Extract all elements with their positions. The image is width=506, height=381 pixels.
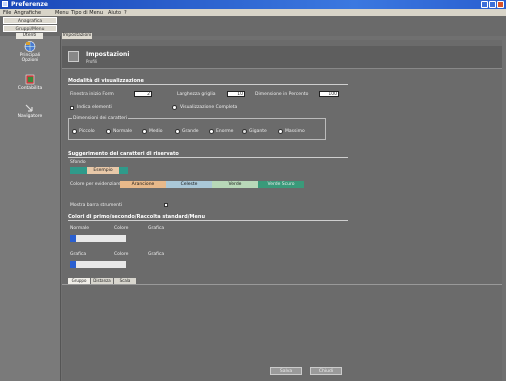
tab-distanza[interactable]: Distanza [91,278,113,284]
radio-label: Enorme [216,129,234,134]
tab-scala[interactable]: Scala [114,278,136,284]
radio-grande[interactable] [175,129,180,134]
group-label: Dimensioni dei caratteri [72,116,129,121]
label-colori: Colore per evidenziare [70,182,121,187]
tab-impostazioni[interactable]: Impostazioni [62,33,92,39]
save-button[interactable]: Salva [270,367,302,375]
sidebar-selected-tab[interactable]: Utenti [16,33,43,39]
sample-preview: Esempio [70,167,128,174]
page-subtitle: Profili [86,59,98,64]
indica-elementi-checkbox[interactable] [70,106,74,110]
radio-enorme[interactable] [209,129,214,134]
menu-bar: File Angrafiche Menu Tipo di Menu Aiuto … [0,9,506,16]
radio-massimo[interactable] [278,129,283,134]
visualizzazione-radio[interactable] [172,105,177,110]
title-bar: Preferenze [0,0,506,9]
divider [68,220,348,221]
bottom-tab-strip: Gruppo Distanza Scala [62,277,502,285]
toolbar-checkbox[interactable] [164,203,168,207]
label-finestra: Finestra inizio Form [70,92,114,97]
sidebar-item-sublabel: Opzioni [21,58,39,63]
settings-icon [68,51,79,62]
sidebar-item-navigatore[interactable]: Navigatore [0,102,60,119]
label-visualizzazione: Visualizzazione Completa [180,105,238,110]
color-picker-b[interactable] [70,261,126,268]
nav-anagrafica-button[interactable]: Anagrafica [3,17,57,24]
row-b-label: Colore [114,252,129,257]
row-a-label: Colore [114,226,129,231]
header-panel: Impostazioni Profili [62,46,502,69]
divider [68,84,348,85]
window-title: Preferenze [11,1,48,8]
radio-label: Piccolo [79,129,95,134]
row-b-label: Grafica [70,252,87,257]
label-larghezza: Larghezza griglia [177,92,216,97]
close-dialog-button[interactable]: Chiudi [310,367,342,375]
sidebar-item-label: Navigatore [17,114,43,119]
row-a-label: Grafica [148,226,165,231]
page-title: Impostazioni [86,51,130,58]
swatch-verde[interactable]: Verde [212,181,258,188]
label-sfondo: Sfondo [70,160,86,165]
application-window: Preferenze File Angrafiche Menu Tipo di … [0,0,506,381]
finestra-stepper[interactable]: 2 [134,91,152,97]
globe-icon [24,41,36,52]
dimensione-stepper[interactable]: 100 [319,91,339,97]
radio-label: Normale [113,129,133,134]
divider [68,157,348,158]
sidebar: Gruppi/Menu Utenti Principali Opzioni Co… [0,25,61,381]
radio-label: Grande [182,129,199,134]
maximize-button[interactable] [489,1,496,8]
row-b-label: Grafica [148,252,165,257]
sidebar-item-label: Contabilita [17,86,43,91]
main-panel: Impostazioni Profili Modalità di visuali… [62,40,502,381]
swatch-verde-scuro[interactable]: Verde Scuro [258,181,304,188]
sidebar-item-principali[interactable]: Principali Opzioni [0,41,60,63]
radio-normale[interactable] [106,129,111,134]
sidebar-item-contabilita[interactable]: Contabilita [0,74,60,91]
radio-label: Massimo [285,129,305,134]
tab-gruppo[interactable]: Gruppo [68,278,90,284]
row-a-label: Normale [70,226,90,231]
swatch-celeste[interactable]: Celeste [166,181,212,188]
nav-gruppi-button[interactable]: Gruppi/Menu [3,25,57,32]
label-indica-elementi: Indica elementi [77,105,112,110]
label-dimensione: Dimensione in Percento [255,92,309,97]
minimize-button[interactable] [481,1,488,8]
radio-gigante[interactable] [242,129,247,134]
sample-text: Esempio [87,167,119,174]
app-icon [2,1,8,7]
arrow-icon [25,104,33,112]
larghezza-stepper[interactable]: 10 [227,91,245,97]
radio-label: Medio [149,129,163,134]
radio-piccolo[interactable] [72,129,77,134]
close-button[interactable] [497,1,504,8]
radio-medio[interactable] [142,129,147,134]
radio-label: Gigante [249,129,267,134]
book-icon [25,74,35,85]
swatch-arancione[interactable]: Arancione [120,181,166,188]
color-picker-a[interactable] [70,235,126,242]
label-toolbar: Mostra barra strumenti [70,203,123,208]
